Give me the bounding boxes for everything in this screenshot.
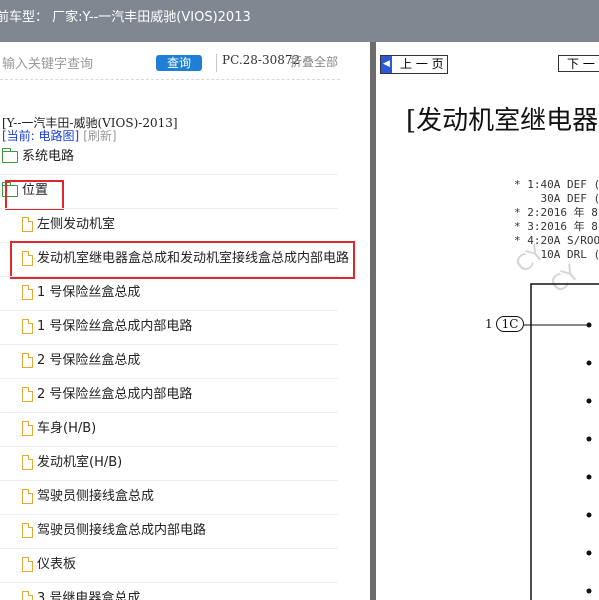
document-icon xyxy=(22,217,33,232)
circuit-diagram xyxy=(524,283,599,600)
tree-node-label: 2 号保险丝盒总成内部电路 xyxy=(37,387,193,402)
tree-node-label: 驾驶员侧接线盒总成 xyxy=(37,489,155,504)
document-icon xyxy=(22,523,33,538)
tree-node-label: 位置 xyxy=(22,183,49,198)
tree-node-instrument-panel[interactable]: 仪表板 xyxy=(22,548,76,582)
title-bar: 前车型： 厂家:Y--一汽丰田威驰(VIOS)2013 xyxy=(0,0,599,42)
tree-node-label: 驾驶员侧接线盒总成内部电路 xyxy=(37,523,207,538)
row-divider xyxy=(0,174,338,175)
tree-node-driver-junction-box[interactable]: 驾驶员侧接线盒总成 xyxy=(22,480,154,514)
document-icon xyxy=(22,251,33,266)
tree-node-label: 车身(H/B) xyxy=(37,421,97,436)
refresh-link[interactable]: [刷新] xyxy=(83,129,116,143)
tree-node-label: 发动机室继电器盒总成和发动机室接线盒总成内部电路 xyxy=(37,251,350,266)
tree-node-label: 1 号保险丝盒总成 xyxy=(37,285,141,300)
toolbar-divider-dashed xyxy=(0,79,340,80)
tree-node-location[interactable]: 位置 xyxy=(2,174,48,208)
tree-node-relay-box-internal-circuit[interactable]: 发动机室继电器盒总成和发动机室接线盒总成内部电路 xyxy=(22,242,349,276)
document-icon xyxy=(22,455,33,470)
tree-node-label: 2 号保险丝盒总成 xyxy=(37,353,141,368)
toolbar-divider xyxy=(216,54,217,72)
search-input[interactable] xyxy=(2,54,150,74)
document-icon xyxy=(22,319,33,334)
collapse-all-link[interactable]: 折叠全部 xyxy=(290,53,338,70)
document-icon xyxy=(22,557,33,572)
wire-terminals xyxy=(586,322,592,594)
document-viewer: ◀ 上 一 页 下 一 [发动机室继电器 CY CY * 1:40A DEF ( … xyxy=(376,42,599,600)
search-button[interactable]: 查询 xyxy=(156,55,202,71)
tree-node-label: 1 号保险丝盒总成内部电路 xyxy=(37,319,193,334)
tree-node-fuse-box-2-internal[interactable]: 2 号保险丝盒总成内部电路 xyxy=(22,378,192,412)
document-icon xyxy=(22,353,33,368)
tree-node-relay-box-3[interactable]: 3 号继电器盒总成 xyxy=(22,582,140,600)
tree-panel: 查询 PC.28-30872 折叠全部 [Y--一汽丰田-威驰(VIOS)-20… xyxy=(0,42,370,600)
tree-node-fuse-box-2[interactable]: 2 号保险丝盒总成 xyxy=(22,344,140,378)
tree-node-left-engine-room[interactable]: 左侧发动机室 xyxy=(22,208,115,242)
tree-node-fuse-box-1-internal[interactable]: 1 号保险丝盒总成内部电路 xyxy=(22,310,192,344)
document-icon xyxy=(22,285,33,300)
tree-node-body-hb[interactable]: 车身(H/B) xyxy=(22,412,96,446)
document-code: PC.28-30872 xyxy=(222,53,301,67)
tree-node-driver-junction-box-internal[interactable]: 驾驶员侧接线盒总成内部电路 xyxy=(22,514,206,548)
tree-node-label: 发动机室(H/B) xyxy=(37,455,123,470)
tree-node-system-circuit[interactable]: 系统电路 xyxy=(2,140,74,174)
tree-node-fuse-box-1[interactable]: 1 号保险丝盒总成 xyxy=(22,276,140,310)
folder-open-icon xyxy=(2,181,18,197)
tree-node-label: 系统电路 xyxy=(22,149,75,164)
vehicle-title: 前车型： 厂家:Y--一汽丰田威驰(VIOS)2013 xyxy=(0,10,251,25)
tree-node-label: 左侧发动机室 xyxy=(37,217,116,232)
document-icon xyxy=(22,489,33,504)
folder-icon xyxy=(2,147,18,163)
tree-node-label: 3 号继电器盒总成 xyxy=(37,591,141,600)
document-icon xyxy=(22,421,33,436)
document-icon xyxy=(22,387,33,402)
tree-node-label: 仪表板 xyxy=(37,557,77,572)
document-icon xyxy=(22,591,33,600)
tree-node-engine-room-hb[interactable]: 发动机室(H/B) xyxy=(22,446,122,480)
